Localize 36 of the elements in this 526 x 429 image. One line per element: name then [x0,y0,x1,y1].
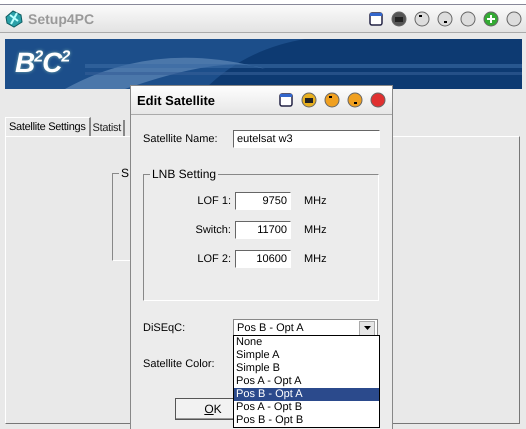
field-label: LOF 2: [196,253,232,265]
field-label: Satellite Color: [143,358,216,370]
input-field[interactable]: 9750 [235,192,291,210]
input-field[interactable]: eutelsat w3 [233,130,380,148]
unit-label: MHz [304,195,327,207]
plus-icon[interactable] [483,10,499,26]
minimize-icon[interactable] [414,10,430,26]
window-icon[interactable] [278,92,294,108]
field-label: Switch: [194,224,232,236]
field-label: LOF 1: [196,195,232,207]
unit-label: MHz [304,224,327,236]
minimize-icon[interactable] [437,10,453,26]
dialog-title: Edit Satellite [137,92,216,108]
dropdown-option[interactable]: Simple A [234,349,379,362]
window-title: Setup4PC [28,10,96,26]
group-label: LNB Setting [150,167,218,181]
input-field[interactable]: 10600 [235,250,291,268]
input-field[interactable]: 11700 [235,221,291,239]
circle-icon[interactable] [506,10,522,26]
window-icon[interactable] [368,10,384,26]
logo: B$^{2}$C$^{2}$ [15,47,70,79]
circle-icon[interactable] [460,10,476,26]
field-label: Satellite Name: [143,133,219,145]
group-label: S [119,166,132,180]
field-label: DiSEqC: [143,322,186,334]
unit-label: MHz [304,253,327,265]
dropdown-option[interactable]: None [234,336,379,349]
tab[interactable]: Statist [90,120,126,136]
close-icon[interactable] [370,92,386,108]
tab[interactable]: Satellite Settings [5,117,91,136]
minimize-icon[interactable] [347,92,363,108]
dropdown-option[interactable]: Pos B - Opt A [234,388,379,401]
minimize-icon[interactable] [324,92,340,108]
dropdown-option[interactable]: Simple B [234,362,379,375]
dropdown-option[interactable]: Pos A - Opt A [234,375,379,388]
app-icon [4,8,24,28]
